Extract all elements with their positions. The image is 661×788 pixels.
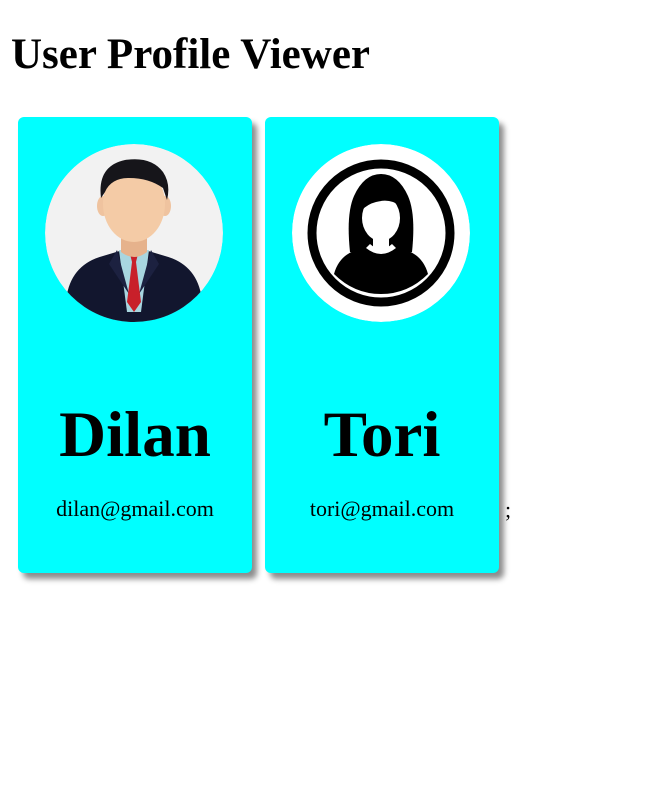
profile-card-tori: Tori tori@gmail.com [265, 117, 499, 573]
male-avatar-icon [45, 144, 223, 322]
profile-name: Dilan [59, 399, 211, 471]
profile-name: Tori [323, 399, 441, 471]
profile-email: dilan@gmail.com [56, 496, 214, 521]
profile-email: tori@gmail.com [309, 496, 455, 521]
profile-card-dilan: Dilan dilan@gmail.com [18, 117, 252, 573]
stray-text: ; [505, 497, 512, 522]
female-avatar-icon [292, 144, 470, 322]
page-title: User Profile Viewer [11, 31, 370, 78]
